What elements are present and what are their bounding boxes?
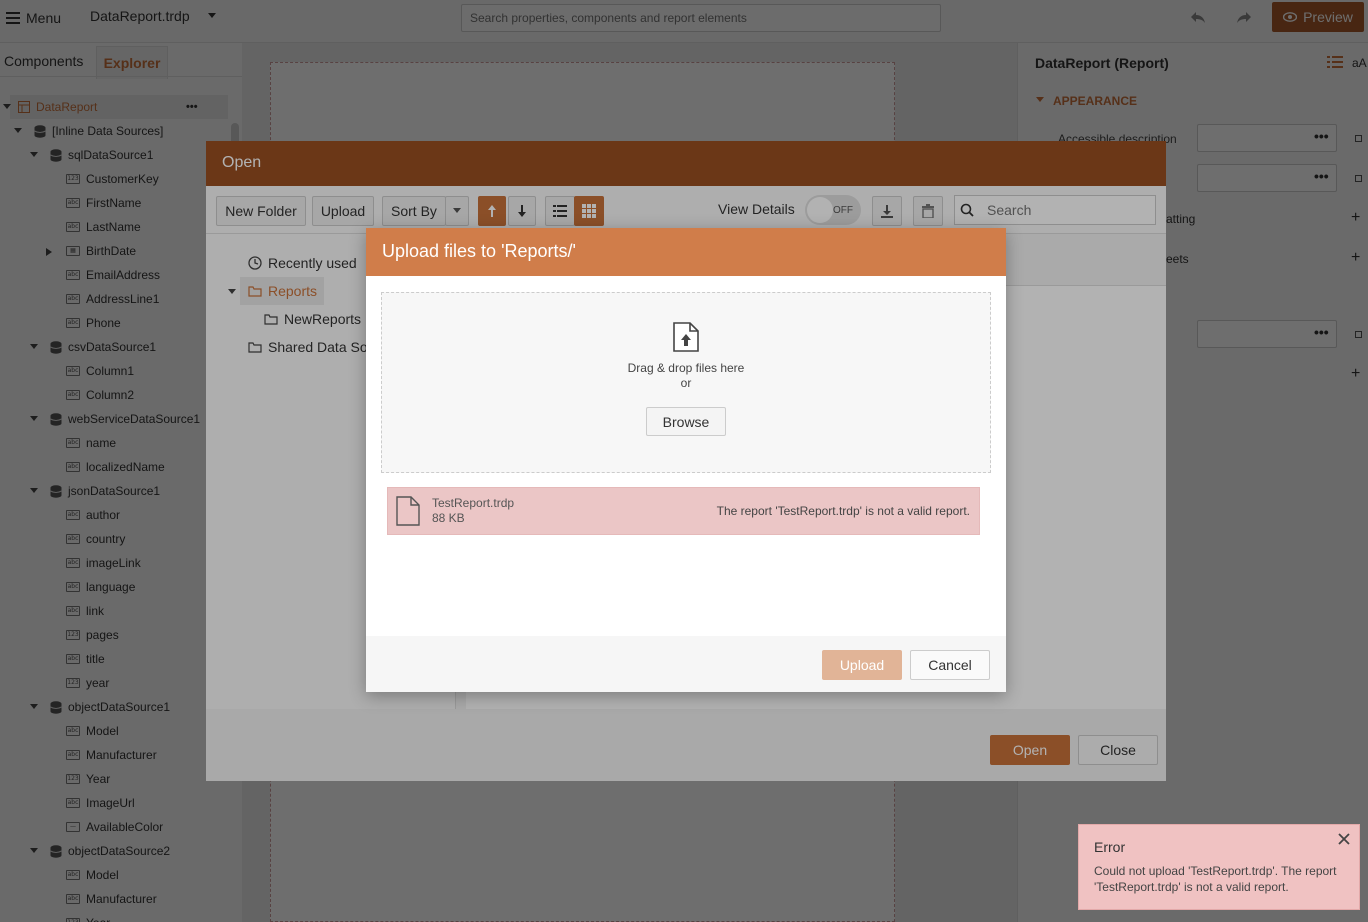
upload-submit-button[interactable]: Upload (822, 650, 902, 680)
file-size: 88 KB (432, 511, 465, 525)
file-icon (396, 496, 420, 526)
upload-dialog-title: Upload files to 'Reports/' (366, 228, 1006, 276)
drop-instructions: Drag & drop files here (627, 361, 745, 375)
toast-message: Could not upload 'TestReport.trdp'. The … (1094, 864, 1337, 894)
browse-button[interactable]: Browse (646, 407, 726, 436)
file-error-message: The report 'TestReport.trdp' is not a va… (716, 504, 970, 518)
drop-or-text: or (680, 376, 692, 390)
file-name: TestReport.trdp (432, 496, 515, 510)
close-icon[interactable] (1338, 833, 1350, 845)
toast-title: Error (1094, 839, 1126, 855)
upload-dialog: Upload files to 'Reports/' Drag & drop f… (366, 228, 1006, 692)
error-toast: Error Could not upload 'TestReport.trdp'… (1078, 824, 1360, 910)
file-upload-icon (672, 322, 700, 352)
cancel-button[interactable]: Cancel (910, 650, 990, 680)
